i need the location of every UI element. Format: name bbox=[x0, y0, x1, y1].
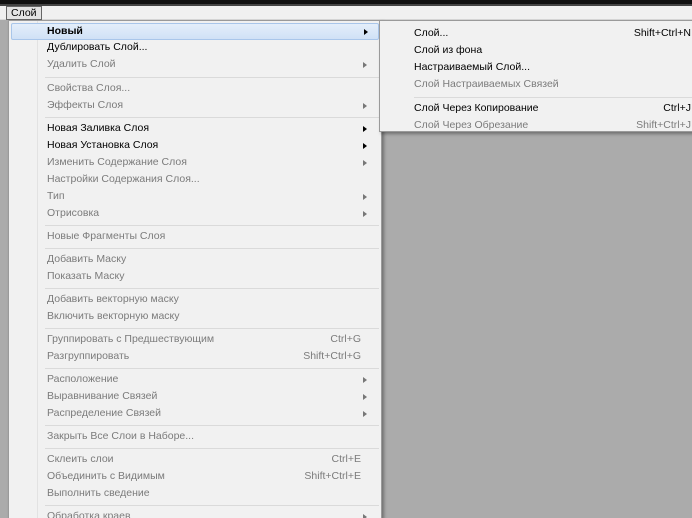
menu-item-duplicate-layer[interactable]: Дублировать Слой... bbox=[11, 39, 377, 56]
menu-separator bbox=[45, 328, 379, 329]
menu-item-shortcut: Ctrl+E bbox=[331, 453, 361, 465]
menu-separator bbox=[45, 117, 379, 118]
submenu-item-label: Слой Настраиваемых Связей bbox=[414, 78, 559, 90]
menu-item-flatten-image[interactable]: Выполнить сведение bbox=[11, 485, 377, 502]
submenu-arrow-icon bbox=[363, 211, 367, 217]
menu-item-new[interactable]: Новый bbox=[11, 23, 379, 40]
menu-item-layer-effects[interactable]: Эффекты Слоя bbox=[11, 97, 377, 114]
menu-item-shortcut: Shift+Ctrl+E bbox=[304, 470, 361, 482]
submenu-item-custom-layer[interactable]: Настраиваемый Слой... bbox=[380, 59, 692, 76]
submenu-item-layer-via-copy[interactable]: Слой Через Копирование Ctrl+J bbox=[380, 100, 692, 117]
menu-separator bbox=[45, 368, 379, 369]
menu-item-add-vector-mask[interactable]: Добавить векторную маску bbox=[11, 291, 377, 308]
menu-separator bbox=[45, 425, 379, 426]
submenu-item-label: Настраиваемый Слой... bbox=[414, 61, 530, 73]
menu-item-align-linked[interactable]: Выравнивание Связей bbox=[11, 388, 377, 405]
submenu-item-custom-links-layer[interactable]: Слой Настраиваемых Связей bbox=[380, 76, 692, 93]
menu-item-label: Группировать с Предшествующим bbox=[47, 333, 215, 345]
menu-item-label: Изменить Содержание Слоя bbox=[47, 156, 187, 168]
menu-item-distribute-linked[interactable]: Распределение Связей bbox=[11, 405, 377, 422]
menu-item-group-with-previous[interactable]: Группировать с Предшествующим Ctrl+G bbox=[11, 331, 377, 348]
menu-item-label: Новая Заливка Слоя bbox=[47, 122, 150, 134]
menu-item-label: Добавить Маску bbox=[47, 253, 127, 265]
menu-item-label: Добавить векторную маску bbox=[47, 293, 179, 305]
menu-item-label: Разгруппировать bbox=[47, 350, 130, 362]
menu-item-layer-content-options[interactable]: Настройки Содержания Слоя... bbox=[11, 171, 377, 188]
menu-item-merge-layers[interactable]: Склеить слои Ctrl+E bbox=[11, 451, 377, 468]
menu-item-layer-properties[interactable]: Свойства Слоя... bbox=[11, 80, 377, 97]
menu-item-label: Расположение bbox=[47, 373, 119, 385]
menu-item-new-fill-layer[interactable]: Новая Заливка Слоя bbox=[11, 120, 377, 137]
menu-item-label: Выполнить сведение bbox=[47, 487, 150, 499]
menu-item-rasterize[interactable]: Отрисовка bbox=[11, 205, 377, 222]
menu-item-delete-layer[interactable]: Удалить Слой bbox=[11, 56, 377, 73]
menu-item-merge-visible[interactable]: Объединить с Видимым Shift+Ctrl+E bbox=[11, 468, 377, 485]
submenu-arrow-icon bbox=[363, 394, 367, 400]
submenu-arrow-icon bbox=[363, 62, 367, 68]
submenu-item-label: Слой из фона bbox=[414, 44, 483, 56]
submenu-arrow-icon bbox=[363, 103, 367, 109]
layer-menu-dropdown: Новый Дублировать Слой... Удалить Слой С… bbox=[8, 20, 382, 518]
menu-item-label: Дублировать Слой... bbox=[47, 41, 148, 53]
menu-separator bbox=[45, 505, 379, 506]
menu-item-label: Новый bbox=[47, 25, 83, 37]
menu-item-label: Тип bbox=[47, 190, 65, 202]
submenu-item-layer-from-background[interactable]: Слой из фона bbox=[380, 42, 692, 59]
menu-item-add-mask[interactable]: Добавить Маску bbox=[11, 251, 377, 268]
menu-item-new-adjustment-layer[interactable]: Новая Установка Слоя bbox=[11, 137, 377, 154]
menu-item-change-layer-content[interactable]: Изменить Содержание Слоя bbox=[11, 154, 377, 171]
menu-item-new-layer-slices[interactable]: Новые Фрагменты Слоя bbox=[11, 228, 377, 245]
menu-item-ungroup[interactable]: Разгруппировать Shift+Ctrl+G bbox=[11, 348, 377, 365]
submenu-arrow-icon bbox=[363, 126, 367, 132]
submenu-item-shortcut: Shift+Ctrl+J bbox=[636, 119, 691, 131]
menu-separator bbox=[45, 77, 379, 78]
menu-item-type[interactable]: Тип bbox=[11, 188, 377, 205]
menu-item-label: Склеить слои bbox=[47, 453, 114, 465]
menu-item-label: Распределение Связей bbox=[47, 407, 162, 419]
submenu-separator bbox=[414, 97, 692, 98]
menu-item-label: Закрыть Все Слои в Наборе... bbox=[47, 430, 195, 442]
menu-separator bbox=[45, 448, 379, 449]
menu-item-label: Показать Маску bbox=[47, 270, 125, 282]
menu-item-label: Отрисовка bbox=[47, 207, 100, 219]
menu-item-label: Эффекты Слоя bbox=[47, 99, 124, 111]
submenu-item-label: Слой Через Копирование bbox=[414, 102, 539, 114]
menu-bar: Слой bbox=[0, 6, 692, 20]
submenu-arrow-icon bbox=[363, 143, 367, 149]
submenu-item-label: Слой... bbox=[414, 27, 449, 39]
submenu-arrow-icon bbox=[363, 194, 367, 200]
submenu-arrow-icon bbox=[364, 29, 368, 35]
submenu-arrow-icon bbox=[363, 411, 367, 417]
menu-item-label: Объединить с Видимым bbox=[47, 470, 165, 482]
menu-item-label: Свойства Слоя... bbox=[47, 82, 131, 94]
menu-item-label: Настройки Содержания Слоя... bbox=[47, 173, 200, 185]
menu-item-label: Новая Установка Слоя bbox=[47, 139, 159, 151]
submenu-item-label: Слой Через Обрезание bbox=[414, 119, 529, 131]
menu-item-arrange[interactable]: Расположение bbox=[11, 371, 377, 388]
menu-separator bbox=[45, 225, 379, 226]
submenu-arrow-icon bbox=[363, 514, 367, 518]
menu-item-show-mask[interactable]: Показать Маску bbox=[11, 268, 377, 285]
submenu-arrow-icon bbox=[363, 160, 367, 166]
submenu-item-shortcut: Ctrl+J bbox=[663, 102, 691, 114]
submenu-item-layer-via-cut[interactable]: Слой Через Обрезание Shift+Ctrl+J bbox=[380, 117, 692, 134]
menu-item-lock-all-layers-in-set[interactable]: Закрыть Все Слои в Наборе... bbox=[11, 428, 377, 445]
menu-item-enable-vector-mask[interactable]: Включить векторную маску bbox=[11, 308, 377, 325]
menu-item-label: Удалить Слой bbox=[47, 58, 116, 70]
menu-item-shortcut: Ctrl+G bbox=[330, 333, 361, 345]
menu-separator bbox=[45, 248, 379, 249]
menu-item-label: Новые Фрагменты Слоя bbox=[47, 230, 166, 242]
submenu-item-new-layer[interactable]: Слой... Shift+Ctrl+N bbox=[380, 25, 692, 42]
new-submenu: Слой... Shift+Ctrl+N Слой из фона Настра… bbox=[379, 20, 692, 132]
submenu-arrow-icon bbox=[363, 377, 367, 383]
submenu-item-shortcut: Shift+Ctrl+N bbox=[633, 27, 691, 39]
menu-item-label: Включить векторную маску bbox=[47, 310, 180, 322]
menu-item-shortcut: Shift+Ctrl+G bbox=[303, 350, 361, 362]
menu-item-label: Выравнивание Связей bbox=[47, 390, 158, 402]
menu-layer[interactable]: Слой bbox=[6, 6, 42, 20]
menu-separator bbox=[45, 288, 379, 289]
